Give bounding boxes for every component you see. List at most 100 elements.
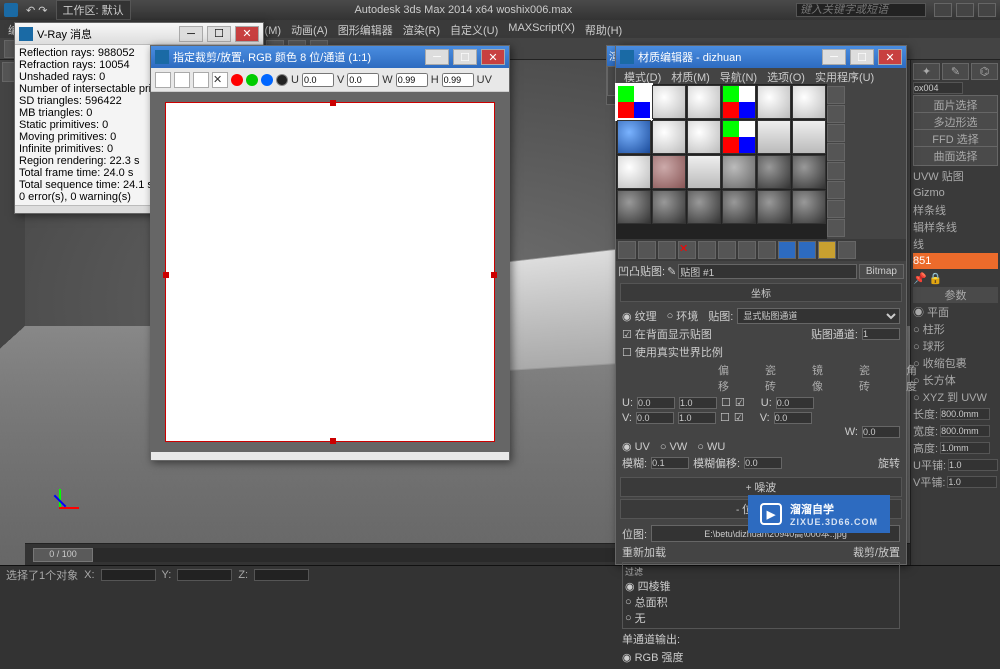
create-tab-icon[interactable]: ✦ — [913, 63, 940, 80]
sample-type-icon[interactable] — [827, 86, 845, 104]
stack-item-selected[interactable]: 851 — [913, 255, 931, 267]
show-end-icon[interactable] — [798, 241, 816, 259]
crop-handle-top[interactable] — [330, 100, 336, 106]
rotate-button[interactable]: 旋转 — [878, 455, 900, 471]
crop-canvas[interactable] — [151, 92, 509, 452]
material-swatch[interactable] — [617, 85, 651, 119]
backlight-icon[interactable] — [827, 105, 845, 123]
material-swatch[interactable] — [757, 120, 791, 154]
options-icon[interactable] — [827, 200, 845, 218]
material-swatch[interactable] — [722, 190, 756, 224]
vray-close-button[interactable]: ✕ — [235, 26, 259, 42]
length-field[interactable] — [940, 408, 990, 420]
show-map-icon[interactable] — [778, 241, 796, 259]
material-swatch[interactable] — [652, 120, 686, 154]
map-channel-field[interactable] — [862, 328, 900, 340]
map-box-radio[interactable]: ○ 长方体 — [913, 372, 956, 388]
crop-clone-icon[interactable] — [193, 72, 209, 88]
mat-menu-material[interactable]: 材质(M) — [667, 68, 714, 84]
close-button[interactable] — [978, 3, 996, 17]
texture-radio[interactable]: ◉ 纹理 — [622, 308, 657, 324]
mat-menu-navigate[interactable]: 导航(N) — [716, 68, 761, 84]
vray-minimize-button[interactable]: ─ — [179, 26, 203, 42]
modifier-editspline-label[interactable]: 辑样条线 — [913, 219, 957, 235]
menu-help[interactable]: 帮助(H) — [581, 20, 626, 38]
material-swatch[interactable] — [792, 155, 826, 189]
menu-customize[interactable]: 自定义(U) — [446, 20, 502, 38]
material-swatch[interactable] — [757, 85, 791, 119]
map-name-field[interactable] — [678, 264, 857, 279]
map-xyz-radio[interactable]: ○ XYZ 到 UVW — [913, 389, 987, 405]
mod-surf-select[interactable]: 曲面选择 — [913, 146, 998, 166]
get-material-icon[interactable] — [618, 241, 636, 259]
crop-v-field[interactable] — [347, 73, 379, 87]
crop-copy-icon[interactable] — [174, 72, 190, 88]
modifier-stack-icon[interactable]: 🔒 — [929, 272, 943, 285]
red-channel-icon[interactable] — [231, 74, 243, 86]
material-swatch[interactable] — [792, 85, 826, 119]
assign-icon[interactable] — [658, 241, 676, 259]
mat-menu-utilities[interactable]: 实用程序(U) — [811, 68, 878, 84]
crop-w-field[interactable] — [396, 73, 428, 87]
menu-graph[interactable]: 图形编辑器 — [334, 20, 397, 38]
go-parent-icon[interactable] — [818, 241, 836, 259]
menu-animation[interactable]: 动画(A) — [287, 20, 332, 38]
wu-radio[interactable]: ○ WU — [697, 441, 725, 453]
u-angle-field[interactable] — [776, 397, 814, 409]
material-swatch[interactable] — [757, 155, 791, 189]
eyedrop-icon[interactable]: ✎ — [667, 265, 676, 278]
vw-radio[interactable]: ○ VW — [660, 441, 687, 453]
menu-maxscript[interactable]: MAXScript(X) — [504, 20, 579, 38]
workspace-selector[interactable]: 工作区: 默认 — [56, 0, 131, 20]
uv-radio[interactable]: ◉ UV — [622, 440, 650, 453]
v-tile-field[interactable] — [678, 412, 716, 424]
modifier-spline-label[interactable]: 样条线 — [913, 202, 946, 218]
mat-menu-mode[interactable]: 模式(D) — [620, 68, 665, 84]
environment-radio[interactable]: ○ 环境 — [667, 308, 699, 324]
v-offset-field[interactable] — [636, 412, 674, 424]
height-field[interactable] — [940, 442, 990, 454]
alpha-channel-icon[interactable] — [276, 74, 288, 86]
time-knob[interactable]: 0 / 100 — [33, 548, 93, 562]
reload-button[interactable]: 重新加载 — [622, 544, 666, 560]
section-noise[interactable]: + 噪波 — [620, 477, 902, 497]
material-swatch[interactable] — [617, 120, 651, 154]
status-z-field[interactable] — [254, 569, 309, 581]
mat-minimize-button[interactable]: ─ — [822, 49, 846, 65]
show-back-checkbox[interactable]: ☑ 在背面显示贴图 — [622, 326, 712, 342]
vtile-field[interactable] — [947, 476, 997, 488]
undo-redo-icon[interactable]: ↶ ↷ — [26, 4, 48, 17]
video-check-icon[interactable] — [827, 162, 845, 180]
crop-handle-bottom[interactable] — [330, 438, 336, 444]
filter-summed-radio[interactable]: ○ 总面积 — [625, 594, 668, 610]
blur-off-field[interactable] — [744, 457, 782, 469]
sample-uv-icon[interactable] — [827, 143, 845, 161]
go-forward-icon[interactable] — [838, 241, 856, 259]
material-swatch[interactable] — [722, 120, 756, 154]
put-library-icon[interactable] — [738, 241, 756, 259]
mat-close-button[interactable]: ✕ — [878, 49, 902, 65]
modifier-line-label[interactable]: 线 — [913, 236, 924, 252]
menu-render[interactable]: 渲染(R) — [399, 20, 444, 38]
material-swatch[interactable] — [687, 120, 721, 154]
material-swatch[interactable] — [652, 85, 686, 119]
mat-menu-options[interactable]: 选项(O) — [763, 68, 809, 84]
background-icon[interactable] — [827, 124, 845, 142]
material-swatch[interactable] — [652, 190, 686, 224]
modifier-stack-icon[interactable]: 📌 — [913, 272, 927, 285]
crop-close-button[interactable]: ✕ — [481, 49, 505, 65]
green-channel-icon[interactable] — [246, 74, 258, 86]
material-swatch[interactable] — [617, 155, 651, 189]
reset-icon[interactable]: ✕ — [678, 241, 696, 259]
modifier-gizmo-label[interactable]: Gizmo — [913, 187, 945, 199]
vray-maximize-button[interactable]: ☐ — [207, 26, 231, 42]
material-swatch[interactable] — [687, 85, 721, 119]
map-channel-select[interactable]: 显式贴图通道 — [737, 308, 900, 324]
status-y-field[interactable] — [177, 569, 232, 581]
u-tile-check[interactable]: ☑ — [735, 396, 745, 409]
modify-tab-icon[interactable]: ✎ — [942, 63, 969, 80]
material-swatch[interactable] — [722, 85, 756, 119]
minimize-button[interactable] — [934, 3, 952, 17]
mat-maximize-button[interactable]: ☐ — [850, 49, 874, 65]
blue-channel-icon[interactable] — [261, 74, 273, 86]
